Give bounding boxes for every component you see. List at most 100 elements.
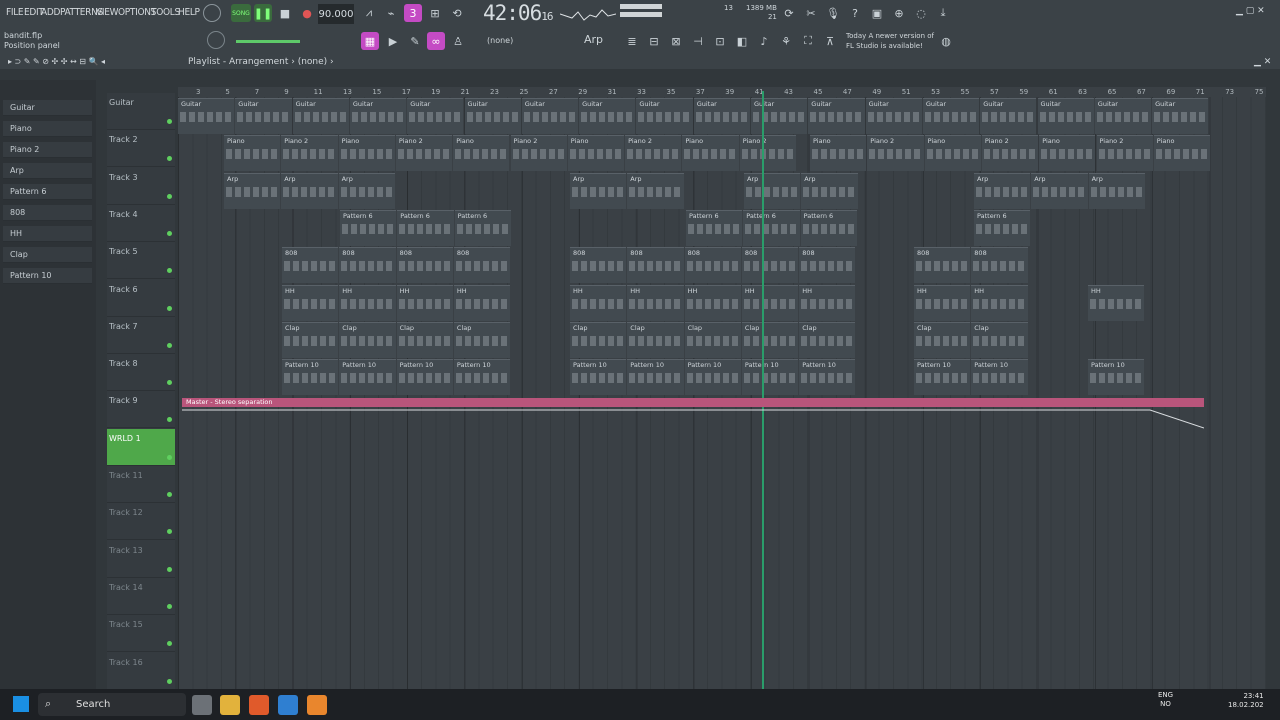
wait-input-icon[interactable]: ⌁ bbox=[382, 4, 400, 22]
pattern-clip[interactable]: 808 bbox=[971, 247, 1028, 284]
pattern-clip[interactable]: Piano bbox=[924, 135, 981, 172]
track-header[interactable]: WRLD 1 bbox=[107, 428, 175, 466]
microphone-icon[interactable]: 🎙 bbox=[824, 4, 842, 22]
track-enable-icon[interactable] bbox=[167, 305, 172, 311]
pattern-clip[interactable]: Piano bbox=[1153, 135, 1211, 172]
pattern-clip[interactable]: HH bbox=[741, 284, 799, 321]
play-arrow-icon[interactable]: ▶ bbox=[384, 32, 402, 50]
track-enable-icon[interactable] bbox=[167, 454, 172, 460]
pattern-clip[interactable]: Guitar bbox=[751, 98, 808, 134]
pattern-clip[interactable]: HH bbox=[799, 284, 856, 321]
pattern-clip[interactable]: Piano 2 bbox=[739, 135, 796, 172]
pattern-item[interactable]: HH bbox=[3, 226, 92, 242]
playlist-window-controls[interactable]: ▁ ✕ bbox=[1254, 57, 1271, 67]
update-notice[interactable]: Today A newer version of FL Studio is av… bbox=[846, 31, 934, 51]
pattern-clip[interactable]: 808 bbox=[799, 247, 856, 284]
pattern-clip[interactable]: Pattern 6 bbox=[686, 209, 743, 246]
pattern-clip[interactable]: Guitar bbox=[349, 98, 407, 134]
pattern-clip[interactable]: Piano 2 bbox=[625, 135, 682, 172]
pattern-clip[interactable]: Piano 2 bbox=[1096, 135, 1153, 172]
tempo-tap-icon[interactable]: ⊼ bbox=[821, 32, 839, 50]
pattern-clip[interactable]: Pattern 10 bbox=[570, 359, 627, 396]
track-header[interactable]: Track 2 bbox=[107, 130, 175, 168]
pattern-clip[interactable]: Piano bbox=[810, 135, 867, 172]
track-header[interactable]: Track 9 bbox=[107, 391, 175, 429]
step-edit-icon[interactable]: ⊞ bbox=[426, 4, 444, 22]
pattern-clip[interactable]: Piano bbox=[224, 135, 281, 172]
track-header[interactable]: Track 3 bbox=[107, 168, 175, 205]
menu-add[interactable]: ADD bbox=[41, 7, 60, 18]
pattern-item[interactable]: Pattern 10 bbox=[3, 268, 92, 284]
pattern-item[interactable]: Arp bbox=[3, 163, 92, 179]
pattern-clip[interactable]: Clap bbox=[396, 321, 453, 358]
pattern-clip[interactable]: 808 bbox=[627, 247, 684, 284]
track-enable-icon[interactable] bbox=[167, 678, 172, 684]
menu-file[interactable]: FILE bbox=[6, 7, 24, 18]
pattern-clip[interactable]: Clap bbox=[339, 321, 396, 358]
song-mode-button[interactable]: SONG bbox=[231, 4, 251, 22]
tuner-icon[interactable]: ⚘ bbox=[777, 32, 795, 50]
audio-icon[interactable]: ♪ bbox=[755, 32, 773, 50]
pattern-clip[interactable]: 808 bbox=[570, 247, 627, 284]
fl-studio-icon[interactable] bbox=[307, 695, 327, 715]
track-enable-icon[interactable] bbox=[167, 156, 172, 162]
pattern-clip[interactable]: Guitar bbox=[235, 98, 292, 134]
pattern-clip[interactable]: 808 bbox=[684, 247, 741, 284]
pattern-clip[interactable]: 808 bbox=[741, 247, 799, 284]
pattern-clip[interactable]: Pattern 10 bbox=[339, 359, 396, 396]
pattern-clip[interactable]: Piano bbox=[1039, 135, 1096, 172]
pattern-clip[interactable]: 808 bbox=[914, 247, 971, 284]
piano-roll-icon[interactable]: ⊠ bbox=[667, 32, 685, 50]
pattern-selector[interactable]: (none) bbox=[487, 36, 513, 45]
pattern-clip[interactable]: Arp bbox=[974, 172, 1031, 209]
cut-icon[interactable]: ✂ bbox=[802, 4, 820, 22]
taskbar-search[interactable]: Search bbox=[38, 693, 186, 716]
pattern-clip[interactable]: Guitar bbox=[865, 98, 922, 134]
master-volume-slider[interactable] bbox=[236, 40, 300, 43]
pattern-clip[interactable]: HH bbox=[627, 284, 684, 321]
master-pitch-knob-icon[interactable] bbox=[207, 31, 225, 49]
playlist-pattern[interactable]: (none) bbox=[298, 57, 327, 67]
track-header[interactable]: Track 7 bbox=[107, 317, 175, 354]
pause-icon[interactable]: ❚❚ bbox=[254, 4, 272, 22]
pattern-clip[interactable]: Guitar bbox=[407, 98, 464, 134]
pattern-clip[interactable]: HH bbox=[282, 284, 339, 321]
browser-icon[interactable]: ⊣ bbox=[689, 32, 707, 50]
track-enable-icon[interactable] bbox=[167, 230, 172, 236]
pattern-clip[interactable]: Guitar bbox=[521, 98, 579, 134]
pattern-clip[interactable]: Pattern 6 bbox=[397, 209, 454, 246]
menu-tools[interactable]: TOOLS bbox=[151, 7, 180, 18]
pattern-clip[interactable]: Pattern 10 bbox=[971, 359, 1028, 396]
track-header[interactable]: Track 6 bbox=[107, 280, 175, 317]
pattern-item[interactable]: Piano 2 bbox=[3, 142, 92, 158]
track-enable-icon[interactable] bbox=[167, 529, 172, 535]
notepad-icon[interactable] bbox=[278, 695, 298, 715]
pattern-clip[interactable]: 808 bbox=[453, 247, 511, 284]
channel-rack-icon[interactable]: ⊟ bbox=[645, 32, 663, 50]
pattern-clip[interactable]: Pattern 10 bbox=[627, 359, 684, 396]
track-enable-icon[interactable] bbox=[167, 268, 172, 274]
track-enable-icon[interactable] bbox=[167, 119, 172, 124]
brush-icon[interactable]: ✎ bbox=[406, 32, 424, 50]
menu-help[interactable]: HELP bbox=[178, 7, 200, 18]
globe-icon[interactable]: ◍ bbox=[937, 32, 955, 50]
track-header[interactable]: Track 4 bbox=[107, 205, 175, 242]
track-header[interactable]: Track 13 bbox=[107, 541, 175, 578]
pattern-clip[interactable]: 808 bbox=[396, 247, 453, 284]
pattern-clip[interactable]: Guitar bbox=[292, 98, 349, 134]
pattern-clip[interactable]: 808 bbox=[282, 247, 339, 284]
pattern-clip[interactable]: Guitar bbox=[1094, 98, 1152, 134]
pattern-clip[interactable]: Piano bbox=[567, 135, 625, 172]
pattern-clip[interactable]: Clap bbox=[570, 321, 627, 358]
pattern-clip[interactable]: Pattern 10 bbox=[741, 359, 799, 396]
track-enable-icon[interactable] bbox=[167, 342, 172, 348]
track-header[interactable]: Track 12 bbox=[107, 503, 175, 541]
pattern-clip[interactable]: Pattern 10 bbox=[684, 359, 741, 396]
pattern-clip[interactable]: Guitar bbox=[693, 98, 750, 134]
pattern-clip[interactable]: Guitar bbox=[178, 98, 235, 134]
pattern-clip[interactable]: Pattern 10 bbox=[282, 359, 339, 396]
pattern-clip[interactable]: Pattern 6 bbox=[340, 209, 397, 246]
pattern-item[interactable]: Piano bbox=[3, 121, 92, 137]
pattern-clip[interactable]: Pattern 6 bbox=[743, 209, 800, 246]
track-enable-icon[interactable] bbox=[167, 641, 172, 647]
